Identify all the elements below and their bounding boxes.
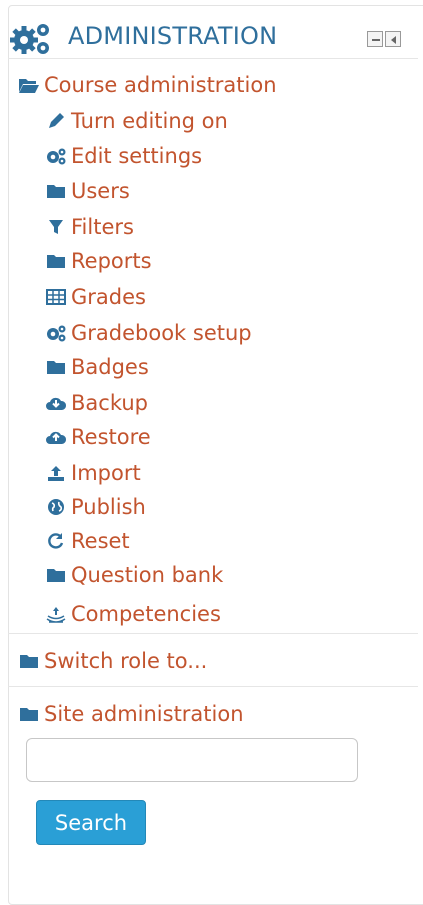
- nav-item-label: Backup: [71, 391, 148, 415]
- nav-item-label: Import: [71, 461, 141, 485]
- nav-item-edit-settings[interactable]: Edit settings: [45, 142, 202, 170]
- search-button[interactable]: Search: [36, 800, 146, 845]
- nav-item-label: Users: [71, 179, 130, 203]
- block-title: ADMINISTRATION: [68, 22, 278, 50]
- nav-item-reports[interactable]: Reports: [45, 247, 152, 275]
- folder-icon: [18, 703, 40, 725]
- cloud-download-icon: [45, 392, 67, 414]
- site-administration-node[interactable]: Site administration: [18, 700, 244, 728]
- folder-icon: [45, 356, 67, 378]
- search-input[interactable]: [26, 738, 358, 782]
- site-administration-label: Site administration: [44, 702, 244, 726]
- course-administration-label: Course administration: [44, 73, 277, 97]
- nav-item-grades[interactable]: Grades: [45, 283, 146, 311]
- nav-item-label: Turn editing on: [71, 109, 228, 133]
- pencil-icon: [45, 110, 67, 132]
- nav-item-import[interactable]: Import: [45, 459, 141, 487]
- nav-item-badges[interactable]: Badges: [45, 353, 149, 381]
- nav-item-gradebook-setup[interactable]: Gradebook setup: [45, 319, 252, 347]
- divider: [8, 686, 418, 687]
- divider: [8, 58, 418, 59]
- nav-item-backup[interactable]: Backup: [45, 389, 148, 417]
- nav-item-label: Filters: [71, 215, 134, 239]
- nav-item-label: Reset: [71, 529, 130, 553]
- filter-icon: [45, 216, 67, 238]
- table-icon: [45, 286, 67, 308]
- globe-icon: [45, 496, 67, 518]
- course-administration-node[interactable]: Course administration: [18, 71, 277, 99]
- nav-item-competencies[interactable]: Competencies: [45, 600, 221, 628]
- gears-icon: [45, 145, 67, 167]
- folder-icon: [45, 564, 67, 586]
- nav-item-label: Badges: [71, 355, 149, 379]
- nav-item-users[interactable]: Users: [45, 177, 130, 205]
- folder-icon: [18, 650, 40, 672]
- nav-item-turn-editing-on[interactable]: Turn editing on: [45, 107, 228, 135]
- nav-item-restore[interactable]: Restore: [45, 423, 151, 451]
- nav-item-label: Question bank: [71, 563, 224, 587]
- nav-item-question-bank[interactable]: Question bank: [45, 561, 223, 589]
- reset-icon: [45, 530, 67, 552]
- gears-icon: [10, 24, 49, 54]
- minimize-icon[interactable]: [367, 31, 383, 47]
- nav-item-label: Competencies: [71, 602, 221, 626]
- divider: [8, 633, 418, 634]
- nav-item-label: Edit settings: [71, 144, 203, 168]
- gears-icon: [45, 322, 67, 344]
- nav-item-label: Gradebook setup: [71, 321, 252, 345]
- switch-role-label: Switch role to...: [44, 649, 208, 673]
- dock-icon[interactable]: [385, 31, 401, 47]
- nav-item-label: Grades: [71, 285, 146, 309]
- competencies-icon: [45, 603, 67, 625]
- switch-role-node[interactable]: Switch role to...: [18, 647, 207, 675]
- folder-open-icon: [18, 74, 40, 96]
- nav-item-label: Restore: [71, 425, 151, 449]
- folder-icon: [45, 180, 67, 202]
- nav-item-reset[interactable]: Reset: [45, 527, 130, 555]
- upload-icon: [45, 462, 67, 484]
- nav-item-label: Reports: [71, 249, 152, 273]
- folder-icon: [45, 250, 67, 272]
- nav-item-filters[interactable]: Filters: [45, 213, 134, 241]
- nav-item-label: Publish: [71, 495, 146, 519]
- block-header: ADMINISTRATION: [10, 18, 410, 58]
- cloud-upload-icon: [45, 426, 67, 448]
- nav-item-publish[interactable]: Publish: [45, 493, 146, 521]
